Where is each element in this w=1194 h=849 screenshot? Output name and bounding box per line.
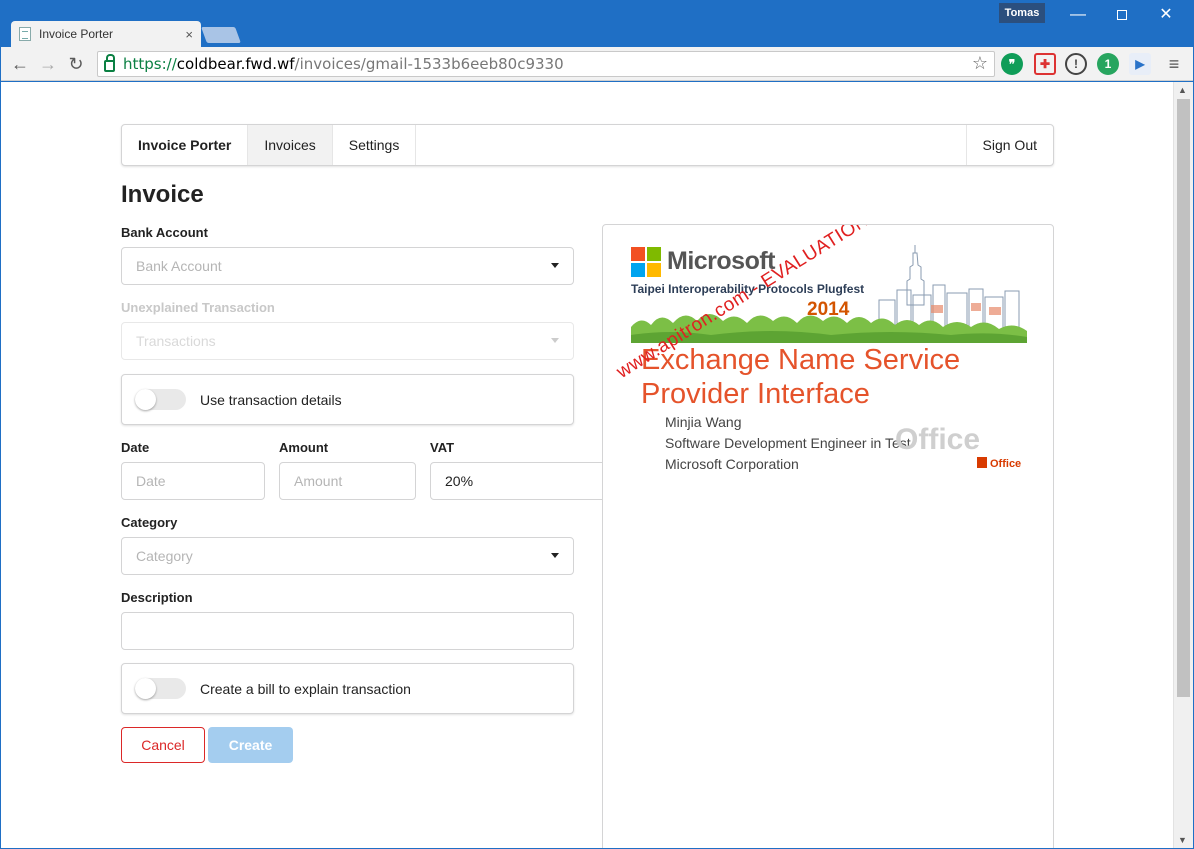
url-scheme: https:// [123,55,177,73]
slide-title-line1: Exchange Name Service [641,344,961,376]
page-viewport: Invoice Porter Invoices Settings Sign Ou… [1,82,1173,848]
use-details-toggle[interactable] [135,389,186,410]
info-extension-icon[interactable]: ! [1065,53,1087,75]
forward-icon[interactable]: → [37,53,59,75]
speaker-name: Minjia Wang [665,414,742,430]
reload-icon[interactable]: ↻ [65,53,87,75]
document-icon [19,27,31,41]
create-bill-toggle[interactable] [135,678,186,699]
scroll-up-icon[interactable]: ▲ [1178,85,1187,95]
vertical-scrollbar[interactable]: ▲ ▼ [1173,82,1193,848]
scroll-down-icon[interactable]: ▼ [1178,835,1187,845]
description-label: Description [121,590,193,605]
bank-account-dropdown[interactable]: Bank Account [121,247,574,285]
dropdown-caret-icon [551,338,559,343]
play-extension-icon[interactable]: ▶ [1129,53,1151,75]
office-watermark-logo: Office [895,423,981,456]
nav-spacer [416,125,967,165]
vat-input[interactable]: 20% [430,462,610,500]
lock-icon [104,54,115,72]
maximize-button[interactable] [1099,1,1145,31]
new-tab-button[interactable] [201,27,241,43]
dropdown-caret-icon [551,553,559,558]
microsoft-wordmark: Microsoft [667,247,776,275]
dropdown-caret-icon [551,263,559,268]
speaker-role: Software Development Engineer in Test [665,435,911,451]
microsoft-logo [631,247,661,277]
amount-placeholder: Amount [294,473,343,489]
toggle-knob [135,389,156,410]
use-details-label: Use transaction details [200,391,342,408]
date-input[interactable]: Date [121,462,265,500]
use-details-toggle-row: Use transaction details [121,374,574,425]
plus-extension-icon[interactable]: ✚ [1034,53,1056,75]
amount-input[interactable]: Amount [279,462,416,500]
event-year: 2014 [807,299,850,320]
date-label: Date [121,440,150,455]
cancel-button[interactable]: Cancel [121,727,205,763]
hangouts-extension-icon[interactable]: ❞ [1001,53,1023,75]
date-placeholder: Date [136,473,166,489]
vat-value: 20% [445,473,474,489]
category-dropdown[interactable]: Category [121,537,574,575]
toggle-knob [135,678,156,699]
transaction-dropdown: Transactions [121,322,574,360]
vpn-extension-icon[interactable]: 1 [1097,53,1119,75]
slide-title-line2: Provider Interface [641,378,870,410]
slide-body: Minjia Wang Software Development Enginee… [665,412,911,475]
url-host: coldbear.fwd.wf [176,55,295,73]
nav-item-invoices[interactable]: Invoices [248,125,333,165]
sign-out-link[interactable]: Sign Out [967,125,1053,165]
bank-account-label: Bank Account [121,225,208,240]
scroll-thumb[interactable] [1177,99,1190,697]
nav-brand[interactable]: Invoice Porter [122,125,249,165]
description-input[interactable] [121,612,574,650]
browser-window: Invoice Porter × Tomas — ✕ ← → ↻ https:/… [0,0,1194,849]
back-icon[interactable]: ← [9,53,31,75]
browser-menu-icon[interactable]: ≡ [1163,53,1185,75]
close-window-button[interactable]: ✕ [1143,1,1189,31]
vat-label: VAT [430,440,455,455]
invoice-preview: Microsoft Taipei Interoperability Protoc… [602,224,1054,848]
nav-item-settings[interactable]: Settings [333,125,417,165]
url-path: /invoices/gmail-1533b6eeb80c9330 [294,55,564,73]
page-title: Invoice [121,181,204,208]
office-logo: Office [977,457,1021,470]
create-bill-toggle-row: Create a bill to explain transaction [121,663,574,714]
slide-title: Exchange Name Service Provider Interface [641,343,960,411]
tab-title: Invoice Porter [39,27,114,41]
speaker-company: Microsoft Corporation [665,456,799,472]
maximize-icon [1117,9,1127,20]
create-bill-label: Create a bill to explain transaction [200,680,411,697]
amount-label: Amount [279,440,329,455]
transaction-label: Unexplained Transaction [121,300,275,315]
address-bar[interactable]: https:// coldbear.fwd.wf /invoices/gmail… [97,51,995,77]
top-navbar: Invoice Porter Invoices Settings Sign Ou… [121,124,1054,166]
bookmark-star-icon[interactable]: ☆ [972,53,988,74]
bank-account-placeholder: Bank Account [136,258,222,274]
category-placeholder: Category [136,548,193,564]
browser-tab[interactable]: Invoice Porter × [11,21,201,47]
transaction-placeholder: Transactions [136,333,216,349]
profile-badge[interactable]: Tomas [999,3,1045,23]
category-label: Category [121,515,178,530]
browser-toolbar: ← → ↻ https:// coldbear.fwd.wf /invoices… [1,47,1193,81]
create-button[interactable]: Create [208,727,293,763]
tab-close-icon[interactable]: × [185,27,193,42]
title-bar: Invoice Porter × Tomas — ✕ [1,1,1193,47]
minimize-button[interactable]: — [1055,1,1101,31]
